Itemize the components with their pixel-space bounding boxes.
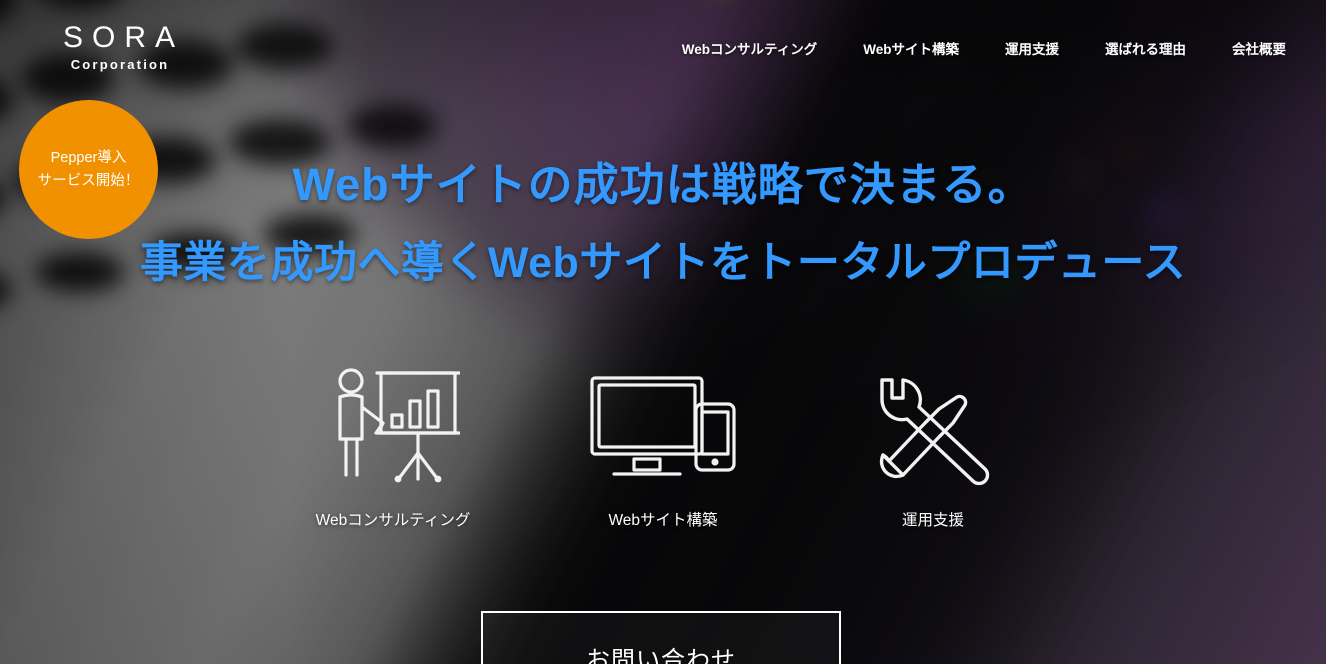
contact-button-label: お問い合わせ bbox=[586, 646, 736, 664]
site-logo[interactable]: SORA Corporation bbox=[44, 22, 194, 72]
service-label-web-consulting: Webコンサルティング bbox=[315, 512, 471, 529]
monitor-smartphone-icon bbox=[528, 368, 798, 488]
headline-line-1: Webサイトの成功は戦略で決まる。 bbox=[292, 159, 1034, 210]
nav-item-web-consulting[interactable]: Webコンサルティング bbox=[672, 34, 827, 62]
service-label-web-build: Webサイト構築 bbox=[608, 512, 718, 529]
nav-item-operation-support[interactable]: 運用支援 bbox=[995, 34, 1069, 62]
service-item-web-consulting[interactable]: Webコンサルティング bbox=[258, 368, 528, 530]
presentation-chart-person-icon bbox=[258, 368, 528, 488]
nav-item-web-build[interactable]: Webサイト構築 bbox=[853, 34, 969, 62]
hero-section: SORA Corporation Webコンサルティング Webサイト構築 運用… bbox=[0, 0, 1326, 664]
contact-button[interactable]: お問い合わせ bbox=[481, 611, 841, 664]
nav-item-reasons[interactable]: 選ばれる理由 bbox=[1095, 34, 1196, 62]
main-navigation: Webコンサルティング Webサイト構築 運用支援 選ばれる理由 会社概要 bbox=[672, 34, 1296, 62]
hero-headline: Webサイトの成功は戦略で決まる。 事業を成功へ導くWebサイトをトータルプロデ… bbox=[0, 158, 1326, 289]
service-item-operation-support[interactable]: 運用支援 bbox=[798, 368, 1068, 530]
wrench-screwdriver-icon bbox=[798, 368, 1068, 488]
nav-item-company[interactable]: 会社概要 bbox=[1222, 34, 1296, 62]
service-item-web-build[interactable]: Webサイト構築 bbox=[528, 368, 798, 530]
service-list: Webコンサルティング Webサイト構築 運用支援 bbox=[0, 368, 1326, 530]
logo-brand-name: SORA bbox=[62, 21, 185, 54]
headline-line-2: 事業を成功へ導くWebサイトをトータルプロデュース bbox=[139, 239, 1187, 288]
service-label-operation-support: 運用支援 bbox=[901, 512, 964, 529]
logo-brand-sub: Corporation bbox=[70, 56, 170, 72]
